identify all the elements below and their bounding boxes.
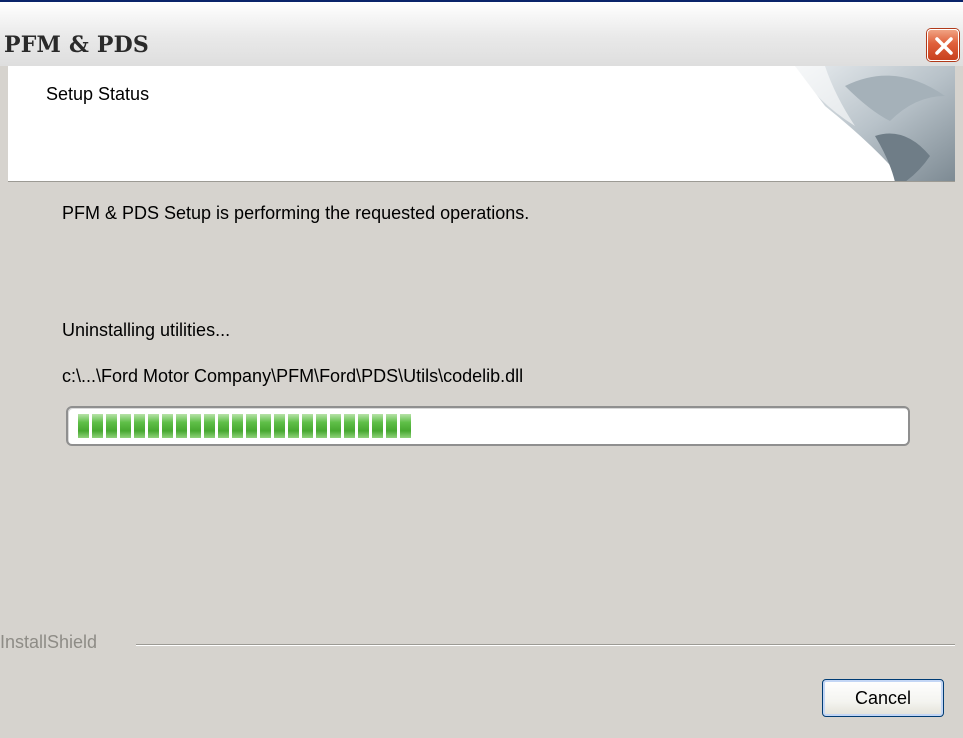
status-message: PFM & PDS Setup is performing the reques…: [62, 203, 530, 223]
header-panel: Setup Status: [8, 66, 955, 182]
progress-segment: [176, 414, 187, 438]
progress-segment: [134, 414, 145, 438]
progress-segment: [162, 414, 173, 438]
progress-segment: [148, 414, 159, 438]
progress-segment: [120, 414, 131, 438]
setup-art-icon: [795, 66, 955, 181]
window-title: PFM & PDS: [4, 32, 150, 58]
progress-bar: [66, 406, 910, 446]
progress-segment: [190, 414, 201, 438]
installshield-brand: InstallShield: [0, 632, 98, 652]
progress-fill: [78, 414, 411, 438]
title-bar[interactable]: PFM & PDS: [0, 0, 963, 66]
progress-segment: [302, 414, 313, 438]
close-button[interactable]: [927, 29, 959, 61]
progress-segment: [92, 414, 103, 438]
progress-segment: [386, 414, 397, 438]
operation-label: Uninstalling utilities...: [62, 320, 231, 340]
progress-segment: [288, 414, 299, 438]
progress-segment: [400, 414, 411, 438]
progress-segment: [358, 414, 369, 438]
progress-segment: [218, 414, 229, 438]
current-file-path: c:\...\Ford Motor Company\PFM\Ford\PDS\U…: [62, 366, 524, 386]
footer-divider: [136, 644, 955, 646]
setup-dialog: PFM & PDS Setup Status PFM & PDS Setup i…: [0, 0, 963, 738]
progress-segment: [316, 414, 327, 438]
progress-segment: [106, 414, 117, 438]
progress-segment: [246, 414, 257, 438]
progress-segment: [232, 414, 243, 438]
header-title: Setup Status: [46, 84, 150, 104]
progress-segment: [260, 414, 271, 438]
cancel-button[interactable]: Cancel: [822, 679, 944, 717]
progress-segment: [344, 414, 355, 438]
progress-segment: [204, 414, 215, 438]
progress-segment: [330, 414, 341, 438]
progress-segment: [372, 414, 383, 438]
progress-segment: [78, 414, 89, 438]
progress-segment: [274, 414, 285, 438]
close-icon: [935, 37, 953, 55]
